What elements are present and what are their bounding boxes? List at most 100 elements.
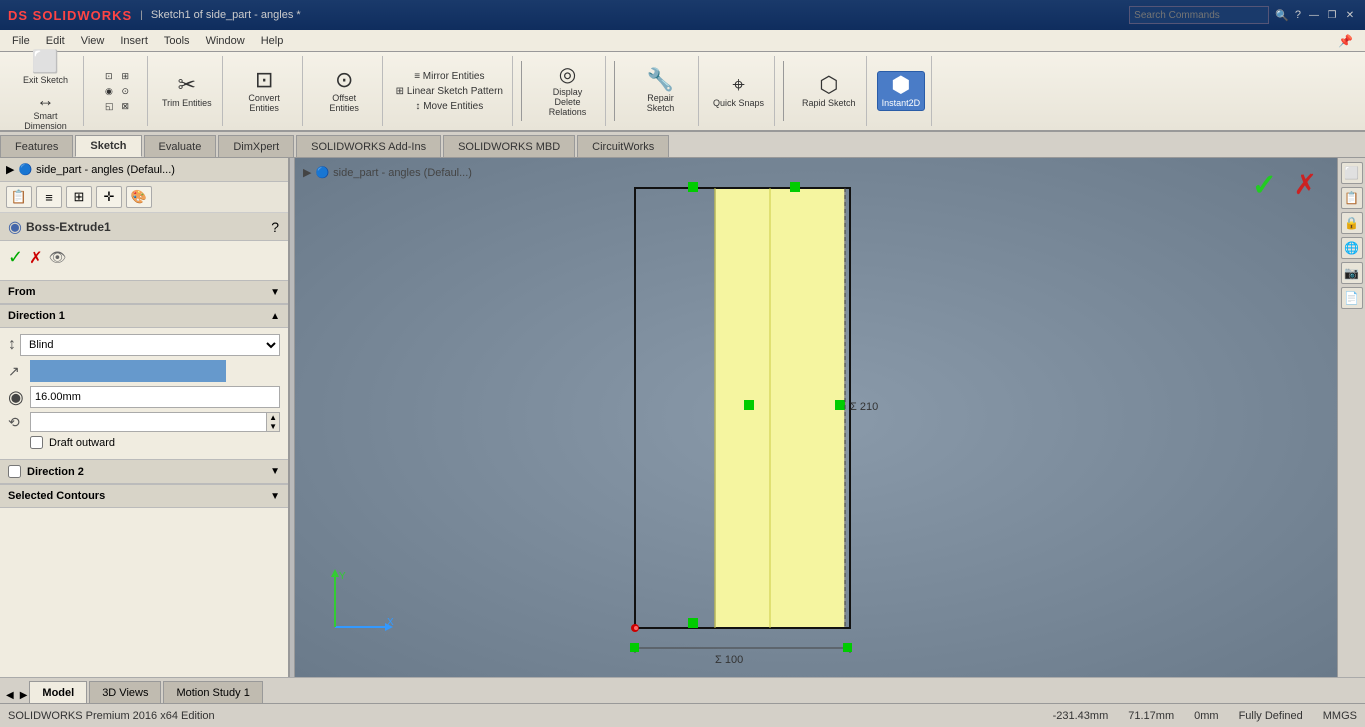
direction-type-select[interactable]: Blind Through All Up To Next Up To Verte… (20, 334, 280, 356)
dim-label-right: Σ 210 (850, 401, 878, 413)
menu-window[interactable]: Window (198, 33, 253, 49)
draft-outward-label: Draft outward (49, 437, 115, 449)
convert-label: Convert Entities (237, 93, 292, 113)
prop-tab-properties[interactable]: ≡ (36, 186, 62, 208)
feature-tabbar: Features Sketch Evaluate DimXpert SOLIDW… (0, 132, 1365, 158)
menu-tools[interactable]: Tools (156, 33, 198, 49)
angle-input[interactable] (31, 413, 266, 431)
relations-label: Display Delete Relations (540, 87, 595, 117)
relations-icon: ◎ (559, 65, 576, 85)
nav-prev-button[interactable]: ◀ (4, 688, 16, 703)
statusbar: SOLIDWORKS Premium 2016 x64 Edition -231… (0, 703, 1365, 727)
cancel-button[interactable]: ✗ (29, 248, 42, 268)
viewport[interactable]: ▶ 🔵 side_part - angles (Defaul...) Σ 210 (295, 158, 1337, 677)
trim-entities-button[interactable]: ✂ Trim Entities (158, 72, 216, 110)
rp-btn-4[interactable]: 🌐 (1341, 237, 1363, 259)
direction1-section-header[interactable]: Direction 1 ▲ (0, 304, 288, 328)
depth-icon: ◉ (8, 387, 26, 408)
linear-sketch-button[interactable]: ⊞ Linear Sketch Pattern (393, 85, 506, 98)
preview-toggle[interactable]: 👁 (49, 249, 67, 266)
rp-btn-6[interactable]: 📄 (1341, 287, 1363, 309)
constraint-bot-left (688, 618, 698, 628)
prop-tab-center[interactable]: ✛ (96, 186, 122, 208)
tab-dimxpert[interactable]: DimXpert (218, 135, 294, 157)
quick-snaps-button[interactable]: ⌖ Quick Snaps (709, 72, 768, 110)
prop-tab-display[interactable]: 🎨 (126, 186, 152, 208)
direction-type-row: ↕ Blind Through All Up To Next Up To Ver… (8, 334, 280, 356)
tab-circuitworks[interactable]: CircuitWorks (577, 135, 669, 157)
menu-insert[interactable]: Insert (112, 33, 156, 49)
tab-features[interactable]: Features (0, 135, 73, 157)
bottom-tab-motion[interactable]: Motion Study 1 (163, 681, 262, 703)
repair-sketch-button[interactable]: 🔧 Repair Sketch (629, 67, 692, 115)
prop-tab-list[interactable]: 📋 (6, 186, 32, 208)
menu-edit[interactable]: Edit (38, 33, 73, 49)
overlay-x-button[interactable]: ✗ (1294, 168, 1317, 201)
instant2d-button[interactable]: ⬢ Instant2D (877, 71, 926, 111)
tab-solidworks-addins[interactable]: SOLIDWORKS Add-Ins (296, 135, 441, 157)
stacked-btn-5[interactable]: ◱ (102, 100, 117, 113)
stacked-btn-3[interactable]: ◉ (102, 85, 117, 98)
tree-icon: 🔵 (18, 163, 32, 176)
maximize-button[interactable]: ❐ (1325, 8, 1339, 22)
coord-axes: X Y (315, 567, 395, 647)
direction-input[interactable] (30, 360, 226, 382)
bottom-tab-model[interactable]: Model (29, 681, 87, 703)
ok-button[interactable]: ✓ (8, 247, 23, 268)
rp-btn-2[interactable]: 📋 (1341, 187, 1363, 209)
exit-sketch-icon: ⬜ (32, 51, 59, 73)
display-delete-relations-button[interactable]: ◎ Display Delete Relations (536, 63, 599, 119)
spin-up-button[interactable]: ▲ (267, 413, 279, 422)
help-icon: ? (1295, 9, 1301, 21)
tab-solidworks-mbd[interactable]: SOLIDWORKS MBD (443, 135, 575, 157)
status-x: -231.43mm (1053, 710, 1109, 722)
rp-btn-5[interactable]: 📷 (1341, 262, 1363, 284)
overlay-check-button[interactable]: ✓ (1252, 168, 1277, 203)
menu-help[interactable]: Help (253, 33, 292, 49)
constraint-mid-center (744, 400, 754, 410)
search-input[interactable] (1129, 6, 1269, 24)
stacked-btn-2[interactable]: ⊞ (119, 70, 134, 83)
convert-entities-button[interactable]: ⊡ Convert Entities (233, 67, 296, 115)
draft-outward-checkbox[interactable] (30, 436, 43, 449)
boss-extrude-header: ◉ Boss-Extrude1 ? (0, 213, 288, 241)
tab-evaluate[interactable]: Evaluate (144, 135, 217, 157)
trim-icon: ✂ (178, 74, 196, 96)
bottom-tab-3dviews[interactable]: 3D Views (89, 681, 161, 703)
rp-btn-1[interactable]: ⬜ (1341, 162, 1363, 184)
spin-buttons: ▲ ▼ (266, 413, 279, 431)
smart-dim-label: Smart Dimension (18, 111, 73, 131)
pin-icon[interactable]: 📌 (1330, 32, 1361, 50)
stacked-btn-4[interactable]: ⊙ (119, 85, 134, 98)
status-coords: -231.43mm 71.17mm 0mm Fully Defined MMGS (1053, 710, 1357, 722)
direction2-checkbox[interactable] (8, 465, 21, 478)
stacked-btn-1[interactable]: ⊡ (102, 70, 117, 83)
tab-sketch[interactable]: Sketch (75, 135, 141, 157)
menu-view[interactable]: View (73, 33, 113, 49)
depth-input[interactable] (30, 386, 280, 408)
selected-contours-header[interactable]: Selected Contours ▼ (0, 484, 288, 508)
minimize-button[interactable]: — (1307, 8, 1321, 22)
draft-outward-row: Draft outward (8, 436, 280, 449)
stacked-btn-6[interactable]: ⊠ (119, 100, 134, 113)
nav-next-button[interactable]: ▶ (18, 688, 30, 703)
from-section-header[interactable]: From ▼ (0, 280, 288, 304)
constraint-mid-right (835, 400, 845, 410)
toolbar-group-rapid: ⬡ Rapid Sketch (792, 56, 867, 126)
direction2-section-header[interactable]: Direction 2 ▼ (0, 459, 288, 484)
mirror-entities-button[interactable]: ≡ Mirror Entities (411, 70, 487, 83)
angle-input-group: ▲ ▼ (30, 412, 280, 432)
rapid-sketch-button[interactable]: ⬡ Rapid Sketch (798, 72, 860, 110)
selected-contours-label: Selected Contours (8, 490, 105, 502)
close-button[interactable]: ✕ (1343, 8, 1357, 22)
menu-file[interactable]: File (4, 33, 38, 49)
toolbar-group-convert: ⊡ Convert Entities (227, 56, 303, 126)
rp-btn-3[interactable]: 🔒 (1341, 212, 1363, 234)
spin-down-button[interactable]: ▼ (267, 422, 279, 431)
move-entities-button[interactable]: ↕ Move Entities (412, 100, 486, 113)
offset-entities-button[interactable]: ⊙ Offset Entities (313, 67, 376, 115)
smart-dimension-button[interactable]: ↔ Smart Dimension (14, 89, 77, 133)
exit-sketch-button[interactable]: ⬜ Exit Sketch (19, 49, 72, 87)
prop-tab-configmgr[interactable]: ⊞ (66, 186, 92, 208)
help-button[interactable]: ? (270, 218, 280, 236)
